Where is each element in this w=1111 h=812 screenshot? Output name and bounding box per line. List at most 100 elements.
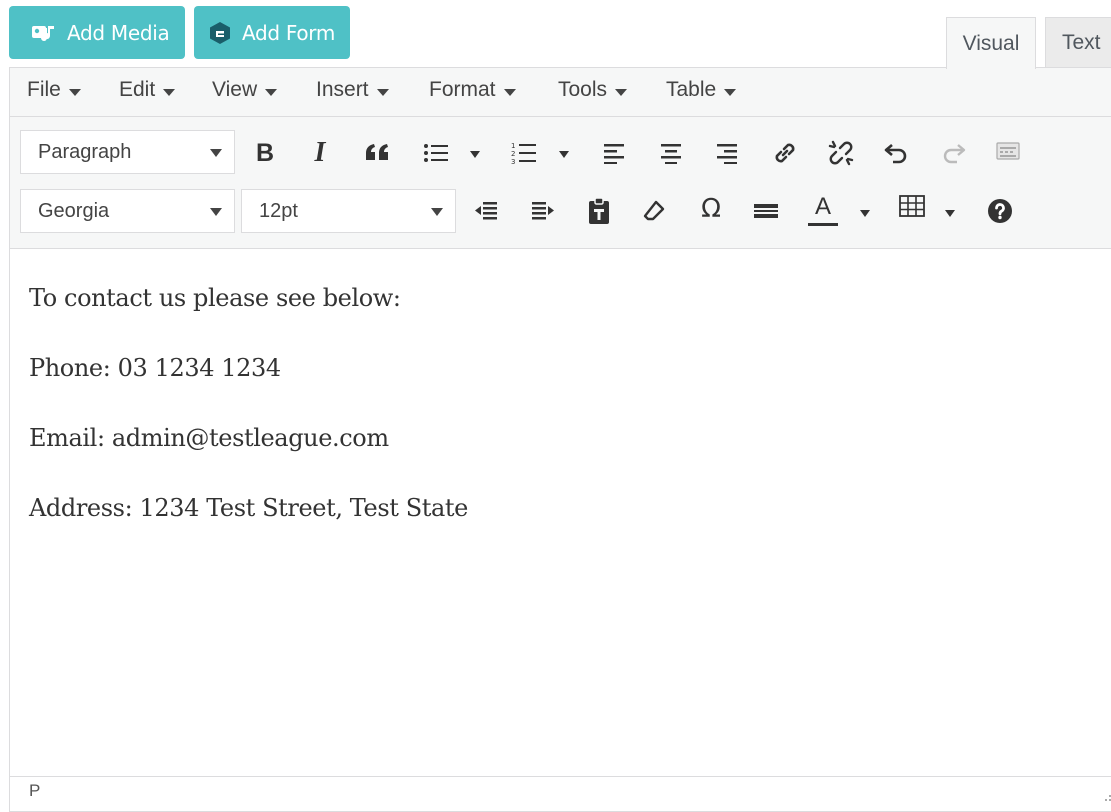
add-form-icon [208,21,232,45]
link-icon [772,140,798,166]
clear-formatting-button[interactable] [634,191,674,231]
unlink-icon [827,139,855,167]
svg-text:3: 3 [511,158,515,166]
italic-icon: I [314,137,326,168]
font-family-value: Georgia [38,199,110,222]
menu-label: Tools [558,78,608,101]
special-character-button[interactable]: Ω [691,189,731,229]
element-path[interactable]: P [29,781,40,801]
blockquote-button[interactable] [358,133,398,173]
italic-button[interactable]: I [300,133,340,173]
indent-button[interactable] [523,191,563,231]
text-color-glyph: A [814,193,831,220]
editor-top-bar: Add Media Add Form Visual Text [0,0,1111,69]
horizontal-line-icon [753,200,779,222]
add-media-button[interactable]: Add Media [9,6,185,59]
chevron-down-icon [210,149,222,157]
bold-button[interactable]: B [245,133,285,173]
align-left-icon [602,142,626,164]
menubar-divider [10,116,1111,117]
align-left-button[interactable] [594,133,634,173]
font-size-value: 12pt [259,199,298,222]
bullet-list-icon [423,141,449,165]
menu-table[interactable]: Table [666,78,737,102]
text-color-options-icon[interactable] [860,210,870,217]
menu-view[interactable]: View [212,78,278,102]
menu-label: Insert [316,78,369,101]
menu-edit[interactable]: Edit [119,78,176,102]
text-color-icon: A [808,192,838,226]
menu-insert[interactable]: Insert [316,78,389,102]
bullet-list-options-icon[interactable] [470,151,480,158]
menu-label: View [212,78,258,101]
align-center-icon [659,142,683,164]
chevron-down-icon [431,208,443,216]
link-button[interactable] [765,133,805,173]
block-format-select[interactable]: Paragraph [20,130,235,174]
align-right-button[interactable] [707,133,747,173]
paste-text-button[interactable] [579,191,619,231]
caret-down-icon [163,88,176,96]
clear-formatting-icon [642,199,666,223]
align-center-button[interactable] [651,133,691,173]
svg-text:2: 2 [511,150,515,158]
help-icon [987,198,1013,224]
menu-label: Format [429,78,496,101]
font-size-select[interactable]: 12pt [241,189,456,233]
outdent-button[interactable] [466,191,506,231]
toolbar-toggle-button[interactable] [988,131,1028,171]
table-options-icon[interactable] [945,210,955,217]
editor-content[interactable]: To contact us please see below: Phone: 0… [10,248,1111,776]
caret-down-icon [615,88,628,96]
font-family-select[interactable]: Georgia [20,189,235,233]
redo-icon [940,141,966,165]
undo-icon [884,141,910,165]
menu-file[interactable]: File [27,78,81,102]
paste-text-icon [587,197,611,225]
unlink-button[interactable] [821,133,861,173]
toolbar-toggle-icon [995,140,1021,162]
chevron-down-icon [210,208,222,216]
blockquote-icon [364,142,392,164]
numbered-list-button[interactable]: 123 [504,133,544,173]
status-bar: P [10,776,1111,807]
caret-down-icon [724,88,737,96]
special-character-icon: Ω [701,194,721,224]
horizontal-line-button[interactable] [746,191,786,231]
undo-button[interactable] [877,133,917,173]
align-right-icon [715,142,739,164]
rich-text-editor: File Edit View Insert Format Tools Table… [9,67,1111,812]
numbered-list-options-icon[interactable] [559,151,569,158]
content-paragraph: Address: 1234 Test Street, Test State [29,494,468,522]
add-media-label: Add Media [67,20,170,45]
text-color-swatch [808,223,838,226]
menu-label: Table [666,78,717,101]
resize-handle-icon[interactable] [1104,787,1111,807]
menu-tools[interactable]: Tools [558,78,628,102]
help-button[interactable] [980,191,1020,231]
bullet-list-button[interactable] [416,133,456,173]
bold-icon: B [255,138,275,167]
tab-visual[interactable]: Visual [946,17,1036,69]
content-paragraph: Phone: 03 1234 1234 [29,354,281,382]
add-media-icon [31,22,57,44]
svg-text:1: 1 [511,142,515,150]
caret-down-icon [68,88,81,96]
caret-down-icon [503,88,516,96]
block-format-value: Paragraph [38,140,132,163]
content-paragraph: To contact us please see below: [29,284,401,312]
menu-format[interactable]: Format [429,78,516,102]
menubar: File Edit View Insert Format Tools Table [10,68,1111,116]
add-form-button[interactable]: Add Form [194,6,350,59]
redo-button[interactable] [933,133,973,173]
table-button[interactable] [892,186,932,226]
menu-label: Edit [119,78,156,101]
outdent-icon [473,199,499,223]
content-paragraph: Email: admin@testleague.com [29,424,389,452]
indent-icon [530,199,556,223]
text-color-button[interactable]: A [803,189,843,229]
caret-down-icon [265,88,278,96]
editor-toolbar-area: File Edit View Insert Format Tools Table… [10,68,1111,249]
tab-text[interactable]: Text [1045,17,1111,68]
caret-down-icon [376,88,389,96]
